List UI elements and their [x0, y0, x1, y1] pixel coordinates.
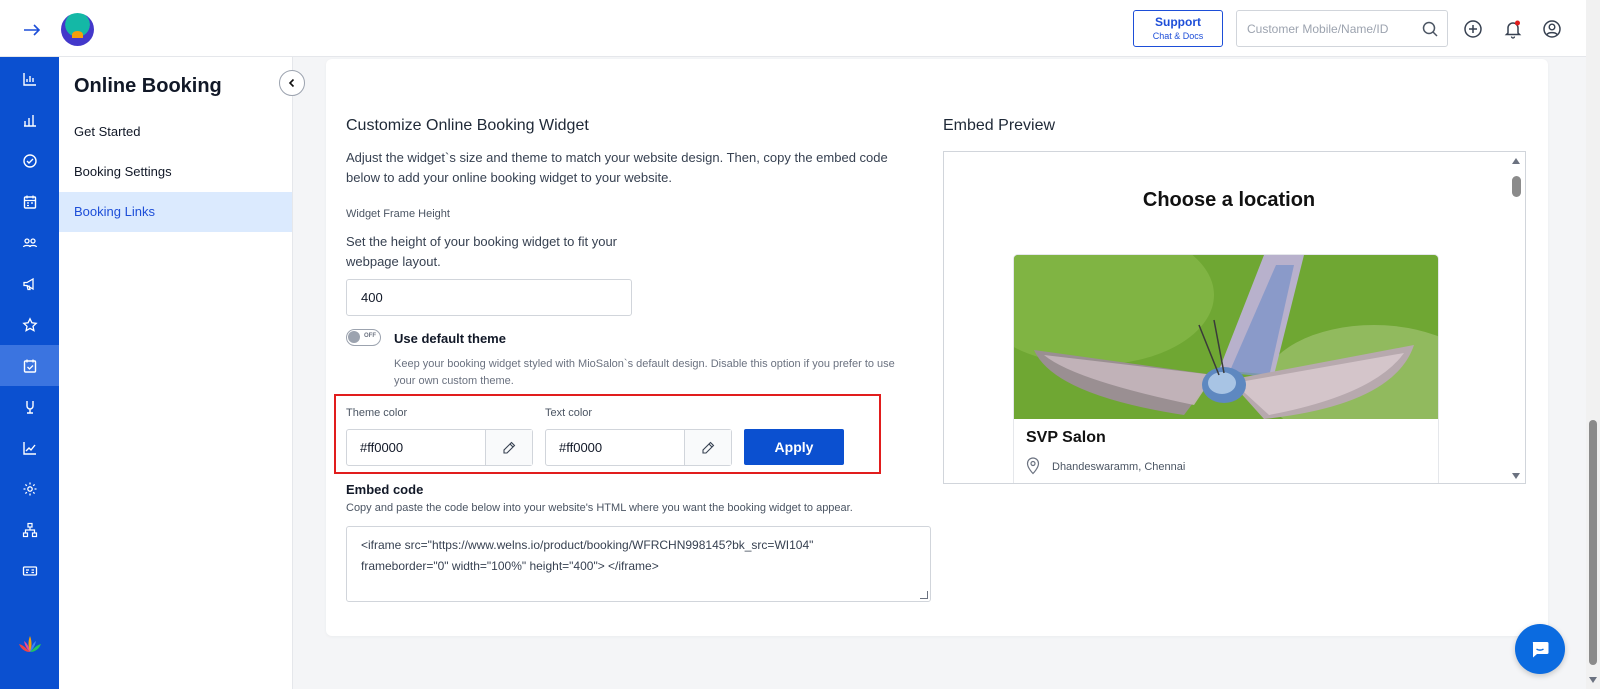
organization-icon: [22, 522, 37, 537]
add-circle-icon[interactable]: [1462, 18, 1484, 40]
submenu-item-get-started[interactable]: Get Started: [59, 112, 292, 152]
widget-section-title: Customize Online Booking Widget: [346, 117, 589, 134]
submenu-item-booking-links[interactable]: Booking Links: [59, 192, 292, 232]
support-button[interactable]: Support Chat & Docs: [1133, 10, 1223, 47]
nav-customers[interactable]: [0, 222, 59, 263]
apply-button[interactable]: Apply: [744, 429, 844, 465]
embed-code-line-2: frameborder="0" width="100%" height="400…: [361, 559, 659, 573]
nav-favorites[interactable]: [0, 304, 59, 345]
submenu-item-booking-settings[interactable]: Booking Settings: [59, 152, 292, 192]
theme-color-field[interactable]: #ff0000: [346, 429, 533, 466]
frame-height-input[interactable]: 400: [346, 279, 632, 316]
nav-settings[interactable]: [0, 468, 59, 509]
chat-bubble-icon: [1532, 642, 1549, 658]
nav-analytics[interactable]: [0, 99, 59, 140]
salon-location-card[interactable]: SVP Salon Dhandeswaramm, Chennai: [1013, 254, 1439, 483]
text-color-label: Text color: [545, 407, 593, 419]
salon-name: SVP Salon: [1026, 429, 1106, 446]
text-color-picker-button[interactable]: [684, 430, 731, 465]
salon-address: Dhandeswaramm, Chennai: [1052, 461, 1186, 473]
eyedropper-icon: [503, 441, 516, 454]
app-logo: [61, 13, 94, 46]
expand-arrow-icon[interactable]: [22, 20, 42, 40]
reports-icon: [22, 441, 36, 455]
nav-marketing[interactable]: [0, 263, 59, 304]
page-scrollbar[interactable]: [1586, 0, 1600, 689]
nav-tasks[interactable]: [0, 140, 59, 181]
default-theme-help-line-2: your own custom theme.: [394, 375, 514, 387]
nav-online-booking[interactable]: [0, 345, 59, 386]
submenu-title: Online Booking: [74, 75, 222, 97]
nav-reports[interactable]: [0, 427, 59, 468]
preview-scrollbar-thumb[interactable]: [1512, 176, 1521, 197]
dashboard-icon: [22, 72, 36, 86]
textarea-resize-handle[interactable]: [920, 591, 928, 599]
embed-code-help: Copy and paste the code below into your …: [346, 502, 853, 514]
text-color-field[interactable]: #ff0000: [545, 429, 732, 466]
search-icon[interactable]: [1421, 20, 1439, 38]
page-scrollbar-thumb[interactable]: [1589, 420, 1597, 665]
customers-icon: [22, 237, 37, 247]
frame-height-help-line-1: Set the height of your booking widget to…: [346, 234, 618, 249]
nav-billing[interactable]: [0, 550, 59, 591]
chevron-left-icon: [288, 78, 295, 88]
user-account-icon[interactable]: [1541, 18, 1563, 40]
customer-search-input[interactable]: [1247, 19, 1417, 39]
salon-butterfly-photo: [1014, 255, 1438, 419]
billing-icon: [22, 565, 37, 576]
analytics-icon: [23, 114, 36, 127]
wellness-icon: [25, 400, 34, 414]
marketing-icon: [22, 277, 34, 290]
top-header: Support Chat & Docs: [0, 0, 1586, 57]
page-scroll-down-icon[interactable]: [1588, 676, 1598, 684]
embed-code-line-1: <iframe src="https://www.welns.io/produc…: [361, 538, 814, 552]
brand-flower-icon: [19, 636, 41, 652]
embed-code-textarea[interactable]: <iframe src="https://www.welns.io/produc…: [346, 526, 931, 602]
main-navigation-rail: [0, 57, 59, 689]
settings-icon: [23, 482, 36, 495]
eyedropper-icon: [702, 441, 715, 454]
favorites-icon: [21, 316, 38, 332]
text-color-value: #ff0000: [559, 440, 603, 455]
online-booking-submenu: Online Booking Get Started Booking Setti…: [59, 57, 305, 689]
toggle-knob: [348, 331, 360, 343]
online-booking-icon: [23, 359, 36, 373]
butterfly-image: [1014, 255, 1438, 419]
embed-preview-frame: Choose a location SVP Salon Dhandeswaram…: [943, 151, 1526, 484]
chat-support-button[interactable]: [1515, 624, 1565, 674]
calendar-icon: [23, 195, 36, 209]
location-pin-icon: [1026, 457, 1040, 475]
tasks-icon: [22, 153, 37, 168]
theme-color-picker-button[interactable]: [485, 430, 532, 465]
frame-height-help-line-2: webpage layout.: [346, 254, 441, 269]
preview-scrollbar[interactable]: [1507, 152, 1525, 483]
notification-bell-icon[interactable]: [1502, 18, 1524, 40]
default-theme-toggle[interactable]: OFF: [346, 329, 381, 346]
scroll-down-arrow-icon[interactable]: [1511, 472, 1521, 480]
theme-color-value: #ff0000: [360, 440, 404, 455]
default-theme-help-line-1: Keep your booking widget styled with Mio…: [394, 358, 895, 370]
nav-calendar[interactable]: [0, 181, 59, 222]
frame-height-label: Widget Frame Height: [346, 208, 450, 220]
support-button-subtitle: Chat & Docs: [1152, 31, 1204, 41]
support-button-title: Support: [1155, 15, 1201, 29]
choose-location-heading: Choose a location: [1142, 189, 1316, 211]
scroll-up-arrow-icon[interactable]: [1511, 157, 1521, 165]
toggle-state-label: OFF: [364, 333, 376, 339]
nav-wellness[interactable]: [0, 386, 59, 427]
nav-dashboard[interactable]: [0, 58, 59, 99]
customer-search: [1236, 10, 1448, 47]
widget-description-line-1: Adjust the widget`s size and theme to ma…: [346, 150, 888, 165]
embed-code-title: Embed code: [346, 482, 424, 497]
collapse-submenu-button[interactable]: [279, 70, 305, 96]
embed-preview-title: Embed Preview: [943, 117, 1056, 134]
widget-description-line-2: below to add your online booking widget …: [346, 170, 672, 185]
theme-color-label: Theme color: [346, 407, 408, 419]
nav-organization[interactable]: [0, 509, 59, 550]
default-theme-label: Use default theme: [394, 331, 506, 346]
